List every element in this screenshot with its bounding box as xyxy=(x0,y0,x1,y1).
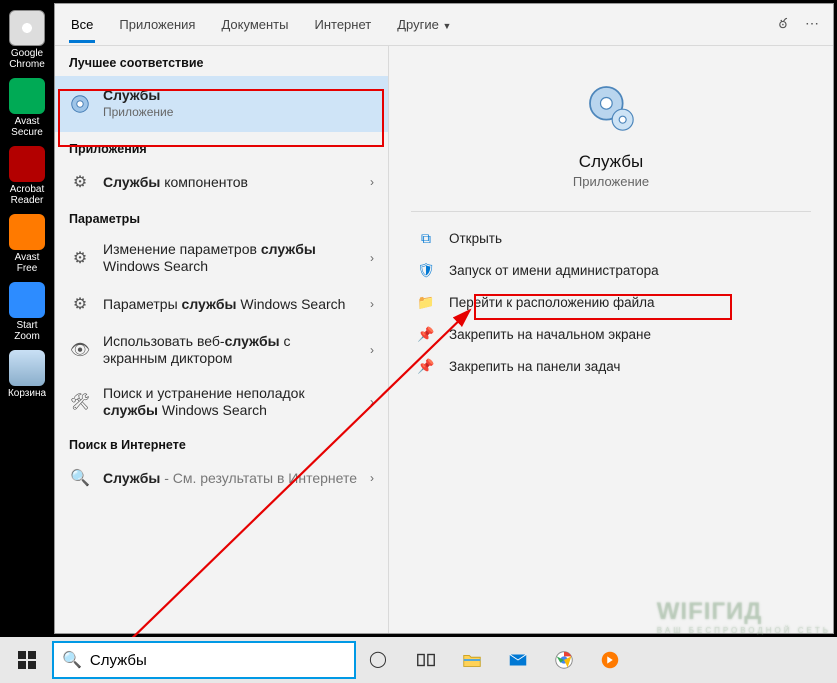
desktop-icon-acrobat[interactable]: Acrobat Reader xyxy=(3,146,51,206)
chevron-right-icon: › xyxy=(370,251,374,265)
settings-icon: ⚙ xyxy=(69,293,91,315)
result-param-1[interactable]: ⚙ Изменение параметров службы Windows Se… xyxy=(55,232,388,284)
tab-all[interactable]: Все xyxy=(69,6,95,43)
desktop-icon-recycle-bin[interactable]: Корзина xyxy=(3,350,51,399)
result-param-4[interactable]: 🛠 Поиск и устранение неполадок службы Wi… xyxy=(55,376,388,428)
desktop-icon-avast-free[interactable]: Avast Free Antivirus xyxy=(3,214,51,274)
troubleshoot-icon: 🛠 xyxy=(69,391,91,413)
action-open[interactable]: ⧉ Открыть xyxy=(411,222,811,254)
section-settings: Параметры xyxy=(55,202,388,232)
pin-icon: 📌 xyxy=(417,357,435,375)
desktop-icon-avast-secure[interactable]: Avast Secure Browser xyxy=(3,78,51,138)
action-run-as-admin[interactable]: 🛡 Запуск от имени администратора xyxy=(411,254,811,286)
tab-other[interactable]: Другие ▼ xyxy=(395,6,453,43)
search-tabs: Все Приложения Документы Интернет Другие… xyxy=(55,4,833,46)
taskbar-search-box[interactable]: 🔍 xyxy=(52,641,356,679)
action-pin-start[interactable]: 📌 Закрепить на начальном экране xyxy=(411,318,811,350)
mail-icon[interactable] xyxy=(496,637,540,683)
shield-icon: 🛡 xyxy=(417,261,435,279)
results-list: Лучшее соответствие СлужбыПриложение При… xyxy=(55,46,389,633)
desktop-icon-zoom[interactable]: Start Zoom xyxy=(3,282,51,342)
result-web-search[interactable]: 🔍 Службы - См. результаты в Интернете › xyxy=(55,458,388,498)
tab-apps[interactable]: Приложения xyxy=(117,6,197,43)
folder-icon: 📁 xyxy=(417,293,435,311)
pin-icon: 📌 xyxy=(417,325,435,343)
result-param-2[interactable]: ⚙ Параметры службы Windows Search › xyxy=(55,284,388,324)
details-pane: Службы Приложение ⧉ Открыть 🛡 Запуск от … xyxy=(389,46,833,633)
settings-icon: ⚙ xyxy=(69,247,91,269)
cortana-icon[interactable]: ◯ xyxy=(358,637,402,683)
services-large-icon xyxy=(583,80,639,136)
chevron-right-icon: › xyxy=(370,343,374,357)
search-input[interactable] xyxy=(90,652,346,669)
desktop: Google Chrome Avast Secure Browser Acrob… xyxy=(0,0,54,630)
avast-taskbar-icon[interactable] xyxy=(588,637,632,683)
result-param-3[interactable]: 👁 Использовать веб-службы с экранным дик… xyxy=(55,324,388,376)
search-panel: Все Приложения Документы Интернет Другие… xyxy=(54,3,834,634)
feedback-icon[interactable]: ఠ xyxy=(779,15,787,35)
section-web: Поиск в Интернете xyxy=(55,428,388,458)
search-icon: 🔍 xyxy=(69,467,91,489)
chrome-taskbar-icon[interactable] xyxy=(542,637,586,683)
file-explorer-icon[interactable] xyxy=(450,637,494,683)
more-icon[interactable]: ⋯ xyxy=(805,15,819,35)
tab-documents[interactable]: Документы xyxy=(219,6,290,43)
search-icon: 🔍 xyxy=(62,650,82,670)
tab-internet[interactable]: Интернет xyxy=(312,6,373,43)
result-component-services[interactable]: ⚙ Службы компонентов › xyxy=(55,162,388,202)
gear-icon xyxy=(69,93,91,115)
task-view-icon[interactable] xyxy=(404,637,448,683)
watermark: WIFIГИД ВАШ БЕСПРОВОДНОЙ СЕТЬ xyxy=(657,598,831,635)
desktop-icon-chrome[interactable]: Google Chrome xyxy=(3,10,51,70)
start-button[interactable] xyxy=(4,637,50,683)
details-title: Службы xyxy=(411,152,811,172)
chevron-right-icon: › xyxy=(370,297,374,311)
taskbar: 🔍 ◯ xyxy=(0,637,837,683)
details-subtitle: Приложение xyxy=(411,174,811,189)
chevron-right-icon: › xyxy=(370,471,374,485)
result-best-services[interactable]: СлужбыПриложение xyxy=(55,76,388,132)
gear-plus-icon: ⚙ xyxy=(69,171,91,193)
chevron-right-icon: › xyxy=(370,395,374,409)
narrator-icon: 👁 xyxy=(69,339,91,361)
section-best-match: Лучшее соответствие xyxy=(55,46,388,76)
action-pin-taskbar[interactable]: 📌 Закрепить на панели задач xyxy=(411,350,811,382)
action-open-location[interactable]: 📁 Перейти к расположению файла xyxy=(411,286,811,318)
chevron-right-icon: › xyxy=(370,175,374,189)
open-icon: ⧉ xyxy=(417,229,435,247)
section-apps: Приложения xyxy=(55,132,388,162)
